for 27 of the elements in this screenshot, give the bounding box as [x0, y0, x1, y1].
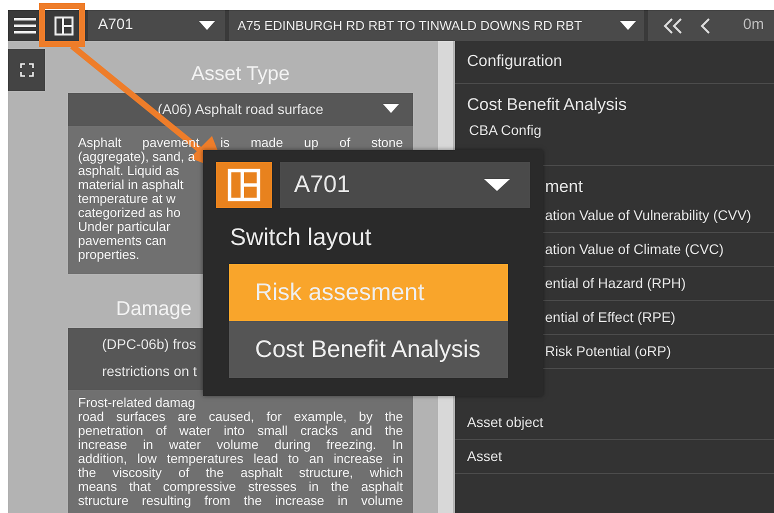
- layout-icon: [227, 168, 261, 202]
- section-title: Asset Type: [191, 62, 290, 87]
- highlight-frame: [39, 3, 85, 47]
- section-title: Damage: [116, 297, 192, 322]
- list-item[interactable]: Asset object: [455, 406, 774, 440]
- double-chevron-left-icon: [662, 18, 684, 34]
- group-heading: ment: [544, 176, 584, 198]
- section-dropdown[interactable]: A75 EDINBURGH RD RBT TO TINWALD DOWNS RD RBT: [229, 10, 644, 41]
- caret-icon: [620, 21, 636, 30]
- road-dropdown[interactable]: A701: [88, 10, 226, 41]
- group-heading: Cost Benefit Analysis: [466, 94, 628, 116]
- menu-option[interactable]: Cost Benefit Analysis: [229, 321, 508, 378]
- panel-header[interactable]: Configuration: [455, 41, 774, 84]
- caret-icon: [199, 21, 216, 30]
- expand-button[interactable]: [8, 49, 45, 91]
- caret-icon: [484, 179, 510, 191]
- menu-icon: [14, 16, 36, 34]
- chevron-left-icon: [700, 18, 712, 34]
- layout-icon: [54, 16, 74, 36]
- menu-title: Switch layout: [230, 223, 372, 253]
- list-item[interactable]: Asset: [455, 440, 774, 474]
- distance-label: 0m: [743, 15, 764, 36]
- description-text: Frost-related damag road surfaces are caused, for example, by the penetration of water into small cracks and the increase in water volume during freezing. In addition, low temperatures lead to an increase in the viscosity of the asphalt structure, which means that compressive stresses in the asphalt structure resulting from the increase in volume: [68, 390, 413, 513]
- caret-icon: [383, 104, 399, 113]
- road-dropdown[interactable]: A701: [280, 162, 530, 208]
- select-field[interactable]: (A06) Asphalt road surface: [68, 93, 413, 126]
- expand-icon: [20, 63, 34, 77]
